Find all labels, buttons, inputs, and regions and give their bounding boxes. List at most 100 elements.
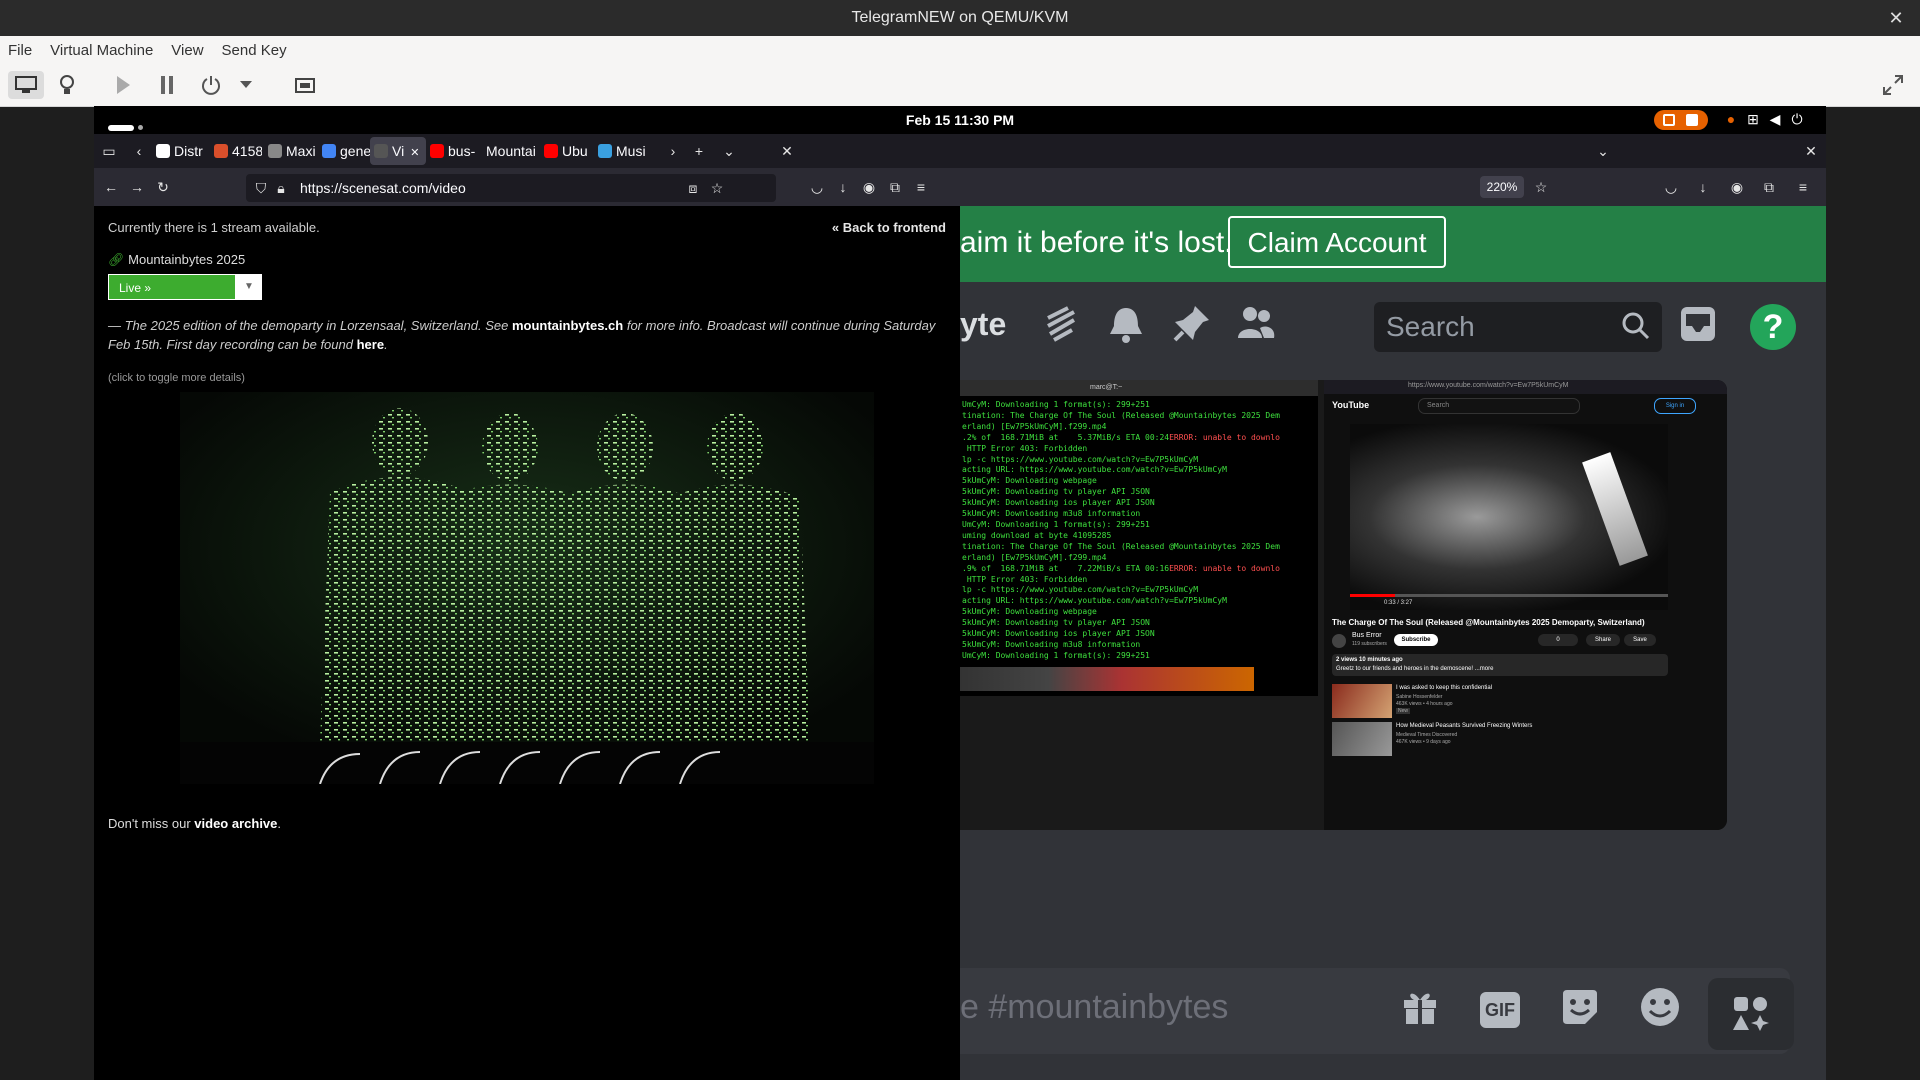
close-window-icon[interactable]: ✕ [778, 142, 796, 160]
terminal-line: 5kUmCyM: Downloading ios player API JSON [962, 629, 1155, 639]
guest-screen[interactable]: Feb 15 11:30 PM ● ⊞ ◀ ⏻ ⌄ ✕ 220% ☆ ◡ ↓ ◉… [94, 106, 1826, 1080]
gift-icon[interactable] [1396, 986, 1444, 1034]
network-icon[interactable]: ⊞ [1744, 110, 1762, 128]
pocket-icon[interactable]: ◡ [808, 178, 826, 196]
bookmark-star-icon[interactable]: ☆ [1532, 178, 1550, 196]
download-icon[interactable]: ↓ [834, 178, 852, 196]
tab-label: bus- [448, 143, 476, 159]
close-window-button[interactable]: ✕ [1886, 8, 1906, 28]
desc-text-1: — The 2025 edition of the demoparty in L… [108, 318, 512, 333]
search-icon [1622, 312, 1650, 340]
chat-screenshot-embed[interactable]: marc@T:~ UmCyM: Downloading 1 format(s):… [960, 380, 1727, 830]
menu-virtual-machine[interactable]: Virtual Machine [50, 42, 153, 59]
run-icon[interactable] [108, 71, 138, 99]
claim-account-button[interactable]: Claim Account [1228, 216, 1446, 268]
tab-overview-icon[interactable]: ▭ [100, 142, 118, 160]
extensions-icon[interactable]: ⧉ [886, 178, 904, 196]
apps-icon[interactable] [1708, 978, 1794, 1050]
close-tab-icon[interactable]: ✕ [410, 147, 419, 159]
discord-browser-window: ⌄ ✕ 220% ☆ ◡ ↓ ◉ ⧉ ≡ aim it before it's … [960, 134, 1826, 1080]
clock[interactable]: Feb 15 11:30 PM [94, 112, 1826, 128]
reload-icon[interactable]: ↻ [154, 178, 172, 196]
yt-signin-button: Sign in [1654, 398, 1696, 414]
pause-icon[interactable] [152, 71, 182, 99]
threads-icon[interactable] [1038, 304, 1082, 348]
close-window-icon[interactable]: ✕ [1802, 142, 1820, 160]
yt-video-title: The Charge Of The Soul (Released @Mounta… [1332, 618, 1645, 627]
back-arrow-icon[interactable]: ← [102, 178, 120, 196]
terminal-line: 5kUmCyM: Downloading ios player API JSON [962, 498, 1155, 508]
forward-arrow-icon[interactable]: → [128, 178, 146, 196]
hamburger-menu-icon[interactable]: ≡ [912, 178, 930, 196]
mountainbytes-link[interactable]: mountainbytes.ch [512, 318, 623, 333]
account-icon[interactable]: ◉ [860, 178, 878, 196]
emoji-icon[interactable] [1636, 986, 1684, 1034]
list-tabs-chevron-down-icon[interactable]: ⌄ [1594, 142, 1612, 160]
notification-bell-icon[interactable] [1104, 304, 1148, 348]
help-icon[interactable]: ? [1750, 304, 1796, 350]
tracking-shield-icon[interactable]: ⛉ [252, 179, 270, 197]
microphone-icon[interactable]: ● [1722, 110, 1740, 128]
tab-favicon-icon [156, 144, 170, 158]
video-archive-link[interactable]: video archive [194, 816, 277, 831]
lock-icon[interactable]: 🔒︎ [272, 179, 290, 197]
console-view-icon[interactable] [8, 71, 44, 99]
browser-tab[interactable]: Mountai [482, 137, 540, 165]
member-list-icon[interactable] [1234, 304, 1278, 348]
power-icon[interactable] [196, 71, 226, 99]
browser-tab[interactable]: Ubu [540, 137, 594, 165]
sticker-icon[interactable] [1556, 986, 1604, 1034]
terminal-line: UmCyM: Downloading 1 format(s): 299+251 [962, 650, 1150, 660]
power-menu-icon[interactable]: ⏻ [1788, 110, 1806, 128]
pinned-messages-icon[interactable] [1170, 304, 1214, 348]
browser-tab[interactable]: bus- [426, 137, 480, 165]
account-icon[interactable]: ◉ [1728, 178, 1746, 196]
list-all-tabs-chevron-down-icon[interactable]: ⌄ [720, 142, 738, 160]
toggle-details-hint[interactable]: (click to toggle more details) [108, 372, 245, 384]
hamburger-menu-icon[interactable]: ≡ [1794, 178, 1812, 196]
video-player[interactable] [180, 392, 874, 784]
terminal-line: erland) [Ew7P5kUmCyM].f299.mp4 [962, 421, 1107, 431]
browser-tab[interactable]: Distr [152, 137, 206, 165]
recording-here-link[interactable]: here [357, 337, 384, 352]
archive-text-1: Don't miss our [108, 816, 195, 831]
demoparty-video-frame [180, 392, 874, 784]
menu-file[interactable]: File [8, 42, 32, 59]
rec1-badge: New [1396, 708, 1411, 714]
window-title: TelegramNEW on QEMU/KVM [851, 9, 1069, 26]
scroll-tabs-right-icon[interactable]: › [664, 142, 682, 160]
bookmark-star-icon[interactable]: ☆ [708, 179, 726, 197]
details-lightbulb-icon[interactable] [52, 71, 82, 99]
search-input[interactable]: Search [1374, 302, 1662, 352]
yt-description-box: 2 views 10 minutes ago Greetz to our fri… [1332, 654, 1668, 676]
menu-view[interactable]: View [171, 42, 203, 59]
menu-send-key[interactable]: Send Key [222, 42, 287, 59]
gif-icon[interactable]: GIF [1476, 986, 1524, 1034]
left-nav-bar: ← → ↻ ⛉ 🔒︎ https://scenesat.com/video ⧈ … [94, 168, 960, 206]
pocket-icon[interactable]: ◡ [1662, 178, 1680, 196]
download-icon[interactable]: ↓ [1694, 178, 1712, 196]
browser-tab[interactable]: gene [318, 137, 370, 165]
inbox-icon[interactable] [1676, 304, 1720, 348]
back-to-frontend-link[interactable]: « Back to frontend [832, 220, 946, 235]
terminal-error-text: ERROR: unable to downlo [1169, 563, 1280, 573]
zoom-level-badge[interactable]: 220% [1480, 176, 1524, 198]
snapshots-icon[interactable] [290, 71, 320, 99]
url-bar[interactable]: ⛉ 🔒︎ https://scenesat.com/video ⧈ ☆ [246, 174, 776, 202]
extensions-icon[interactable]: ⧉ [1760, 178, 1778, 196]
browser-tab[interactable]: Vi ✕ [370, 137, 426, 165]
volume-icon[interactable]: ◀ [1766, 110, 1784, 128]
browser-tab[interactable]: Maxi [264, 137, 318, 165]
power-menu-chevron-down-icon[interactable] [236, 71, 256, 99]
quality-dropdown-chevron-down-icon[interactable]: ▼ [236, 274, 262, 300]
browser-tab[interactable]: 4158 [210, 137, 262, 165]
scroll-tabs-left-icon[interactable]: ‹ [130, 142, 148, 160]
live-button[interactable]: Live » [108, 274, 236, 300]
picture-in-picture-icon[interactable]: ⧈ [684, 179, 702, 197]
fullscreen-icon[interactable] [1878, 71, 1908, 99]
terminal-line: erland) [Ew7P5kUmCyM].f299.mp4 [962, 552, 1107, 562]
new-tab-plus-icon[interactable]: + [690, 142, 708, 160]
message-composer[interactable]: e #mountainbytes GIF [960, 968, 1794, 1054]
screen-share-indicator[interactable] [1654, 110, 1708, 130]
browser-tab[interactable]: Musi [594, 137, 648, 165]
